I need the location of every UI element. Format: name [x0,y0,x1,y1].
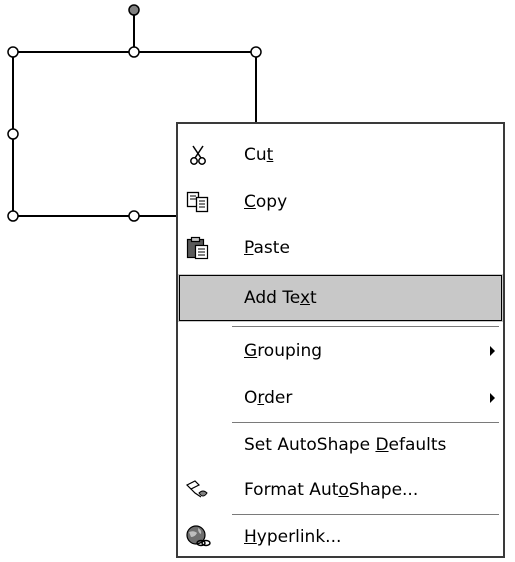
sizing-handle-bottom-middle[interactable] [128,210,140,222]
menu-item-add-text[interactable]: Add Text [178,274,503,322]
sizing-handle-bottom-left[interactable] [7,210,19,222]
menu-item-copy[interactable]: Copy [178,178,503,226]
submenu-arrow-icon [490,393,495,403]
context-menu: Cut Copy Paste Add Text Grouping Order S… [176,122,505,558]
sizing-handle-top-left[interactable] [7,46,19,58]
menu-item-order[interactable]: Order [178,374,503,422]
sizing-handle-top-right[interactable] [250,46,262,58]
hyperlink-globe-icon [185,525,211,549]
menu-item-cut[interactable]: Cut [178,131,503,179]
scissors-icon [185,143,211,167]
menu-item-format-autoshape[interactable]: Format AutoShape... [178,466,503,514]
copy-icon [185,190,211,214]
format-painter-icon [185,478,211,502]
submenu-arrow-icon [490,346,495,356]
menu-item-paste[interactable]: Paste [178,224,503,272]
menu-item-set-autoshape-defaults[interactable]: Set AutoShape Defaults [178,421,503,469]
menu-item-hyperlink[interactable]: Hyperlink... [178,513,503,561]
paste-icon [185,236,211,260]
menu-item-grouping[interactable]: Grouping [178,327,503,375]
rotation-handle[interactable] [128,4,140,16]
sizing-handle-top-middle[interactable] [128,46,140,58]
sizing-handle-middle-left[interactable] [7,128,19,140]
